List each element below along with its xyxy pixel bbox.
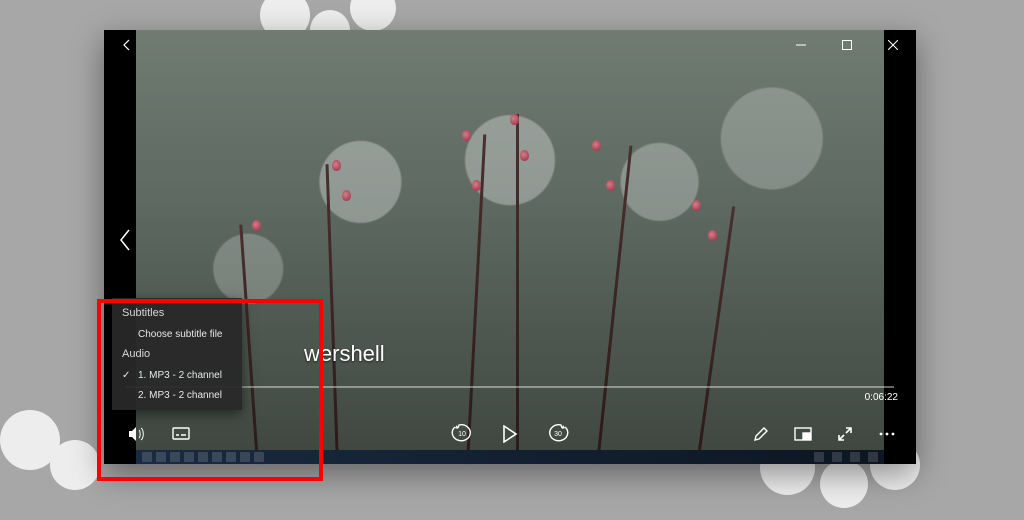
minimize-button[interactable] <box>778 30 824 60</box>
video-frame[interactable] <box>136 30 884 464</box>
arrow-left-icon <box>120 38 134 52</box>
subtitles-audio-button[interactable] <box>170 423 192 445</box>
taskbar-app-icon[interactable] <box>184 452 194 462</box>
maximize-icon <box>842 40 852 50</box>
skip-back-button[interactable]: 10 <box>451 423 473 445</box>
windows-taskbar[interactable] <box>136 450 884 464</box>
skip-forward-label: 30 <box>554 431 562 438</box>
fullscreen-icon <box>837 426 853 442</box>
edit-button[interactable] <box>750 423 772 445</box>
play-icon <box>502 425 518 443</box>
player-controls: 10 30 <box>104 414 916 454</box>
minimize-icon <box>796 40 806 50</box>
taskbar-app-icon[interactable] <box>240 452 250 462</box>
duration-label: 0:06:22 <box>865 392 898 403</box>
media-player-window: wershell 0:06:22 10 30 <box>104 30 916 464</box>
maximize-button[interactable] <box>824 30 870 60</box>
taskbar-app-icon[interactable] <box>226 452 236 462</box>
tray-icon[interactable] <box>832 452 842 462</box>
background-flowers-bottom-left <box>0 380 120 500</box>
window-titlebar <box>104 30 916 60</box>
speaker-icon <box>128 426 146 442</box>
fullscreen-button[interactable] <box>834 423 856 445</box>
more-icon <box>878 431 896 437</box>
close-icon <box>888 40 898 50</box>
subtitles-audio-popup: Subtitles Choose subtitle file Audio 1. … <box>112 298 242 410</box>
more-button[interactable] <box>876 423 898 445</box>
choose-subtitle-file[interactable]: Choose subtitle file <box>112 325 242 345</box>
audio-header: Audio <box>112 345 242 366</box>
play-button[interactable] <box>499 423 521 445</box>
tray-icon[interactable] <box>850 452 860 462</box>
taskbar-app-icon[interactable] <box>212 452 222 462</box>
close-button[interactable] <box>870 30 916 60</box>
pencil-icon <box>753 426 769 442</box>
taskbar-app-icon[interactable] <box>156 452 166 462</box>
subtitles-icon <box>172 427 190 441</box>
skip-back-label: 10 <box>458 431 466 438</box>
taskbar-start-icon[interactable] <box>142 452 152 462</box>
video-title: wershell <box>304 341 385 367</box>
subtitles-header: Subtitles <box>112 304 242 325</box>
miniview-button[interactable] <box>792 423 814 445</box>
skip-forward-button[interactable]: 30 <box>547 423 569 445</box>
back-button[interactable] <box>104 30 150 60</box>
taskbar-app-icon[interactable] <box>170 452 180 462</box>
audio-track-1[interactable]: 1. MP3 - 2 channel <box>112 366 242 386</box>
previous-button[interactable] <box>112 220 138 260</box>
chevron-left-icon <box>118 228 132 252</box>
taskbar-app-icon[interactable] <box>254 452 264 462</box>
tray-icon[interactable] <box>868 452 878 462</box>
volume-button[interactable] <box>126 423 148 445</box>
tray-icon[interactable] <box>814 452 824 462</box>
taskbar-app-icon[interactable] <box>198 452 208 462</box>
system-tray[interactable] <box>812 452 880 462</box>
audio-track-2[interactable]: 2. MP3 - 2 channel <box>112 386 242 406</box>
miniview-icon <box>794 427 812 441</box>
